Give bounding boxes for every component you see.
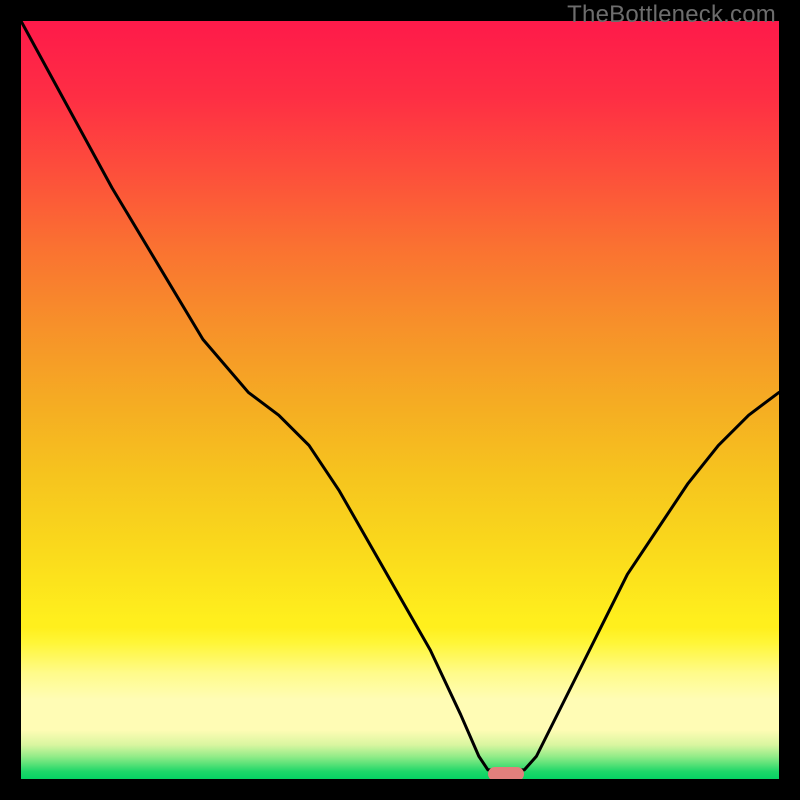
chart-frame: TheBottleneck.com <box>0 0 800 800</box>
watermark-text: TheBottleneck.com <box>567 1 776 29</box>
curve-line <box>21 21 779 779</box>
minimum-marker <box>488 767 524 779</box>
plot-area <box>21 21 779 779</box>
